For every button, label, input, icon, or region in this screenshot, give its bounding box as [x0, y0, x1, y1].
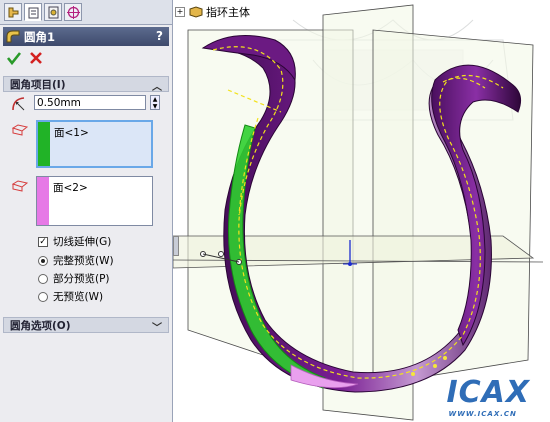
chevron-down-icon[interactable]: ﹀ [152, 319, 162, 334]
property-manager: 圆角1 ? 圆角项目(I) ︿ 0.50mm ▲ ▼ 面<1> 面<2> ✓ 切… [0, 0, 173, 422]
radio[interactable] [38, 255, 48, 266]
feature-title-bar: 圆角1 ? [3, 27, 169, 46]
featuremanager-tab[interactable] [4, 3, 22, 21]
dimxpert-tab[interactable] [64, 3, 82, 21]
full-preview-label: 完整预览(W) [53, 255, 114, 267]
radio[interactable] [38, 273, 48, 284]
list-item[interactable]: 面<1> [54, 125, 89, 140]
property-icon [28, 7, 38, 18]
panel-collapse-handle[interactable] [173, 236, 179, 256]
partial-preview-radio[interactable]: 部分预览(P) [38, 271, 110, 286]
config-icon [48, 6, 58, 18]
expand-icon[interactable]: + [175, 7, 185, 17]
propertymanager-tab[interactable] [24, 3, 42, 21]
face-list-1[interactable]: 面<1> [36, 120, 153, 168]
chevron-up-icon[interactable]: ︿ [152, 78, 162, 93]
checkbox[interactable]: ✓ [38, 236, 48, 247]
watermark-logo: ICAX WWW.ICAX.CN [446, 375, 530, 418]
radius-icon [12, 97, 25, 111]
watermark-text: ICAX [446, 375, 530, 410]
radius-input[interactable]: 0.50mm [34, 95, 146, 110]
ok-button[interactable] [6, 50, 22, 66]
cancel-button[interactable] [28, 50, 44, 66]
tree-icon [8, 7, 18, 17]
model-viewport[interactable] [173, 0, 550, 422]
feature-tree-label: 指环主体 [206, 6, 250, 19]
face-color-swatch-1 [38, 122, 50, 166]
help-button[interactable]: ? [156, 29, 163, 43]
face-color-swatch-2 [37, 177, 49, 225]
feature-tree-node[interactable]: + 指环主体 [175, 4, 250, 20]
fillet-options-group-header[interactable]: 圆角选项(O) ﹀ [3, 317, 169, 334]
fillet-items-group-header[interactable]: 圆角项目(I) ︿ [3, 76, 169, 93]
feature-title: 圆角1 [24, 29, 56, 44]
face-selection-icon [12, 180, 28, 192]
no-preview-label: 无预览(W) [53, 291, 104, 303]
no-preview-radio[interactable]: 无预览(W) [38, 289, 103, 304]
fillet-options-group-title: 圆角选项(O) [10, 319, 71, 332]
list-item[interactable]: 面<2> [53, 180, 88, 195]
radio[interactable] [38, 291, 48, 302]
manager-tabs [0, 0, 172, 25]
fillet-items-group-title: 圆角项目(I) [10, 78, 66, 91]
tangent-propagation-label: 切线延伸(G) [53, 236, 112, 248]
radius-spinner[interactable]: ▲ ▼ [150, 95, 160, 110]
configuration-tab[interactable] [44, 3, 62, 21]
face-selection-icon [12, 124, 28, 136]
action-buttons [6, 50, 44, 68]
graphics-area[interactable]: + 指环主体 ICAX WWW.ICAX.CN [173, 0, 550, 422]
face-list-2[interactable]: 面<2> [36, 176, 153, 226]
watermark-url: WWW.ICAX.CN [448, 410, 517, 418]
target-icon [66, 5, 80, 19]
radius-row: 0.50mm ▲ ▼ [8, 94, 168, 112]
fillet-icon [6, 30, 20, 43]
partial-preview-label: 部分预览(P) [53, 273, 110, 285]
part-icon [189, 6, 203, 18]
full-preview-radio[interactable]: 完整预览(W) [38, 253, 114, 268]
tangent-propagation-checkbox[interactable]: ✓ 切线延伸(G) [38, 234, 111, 249]
